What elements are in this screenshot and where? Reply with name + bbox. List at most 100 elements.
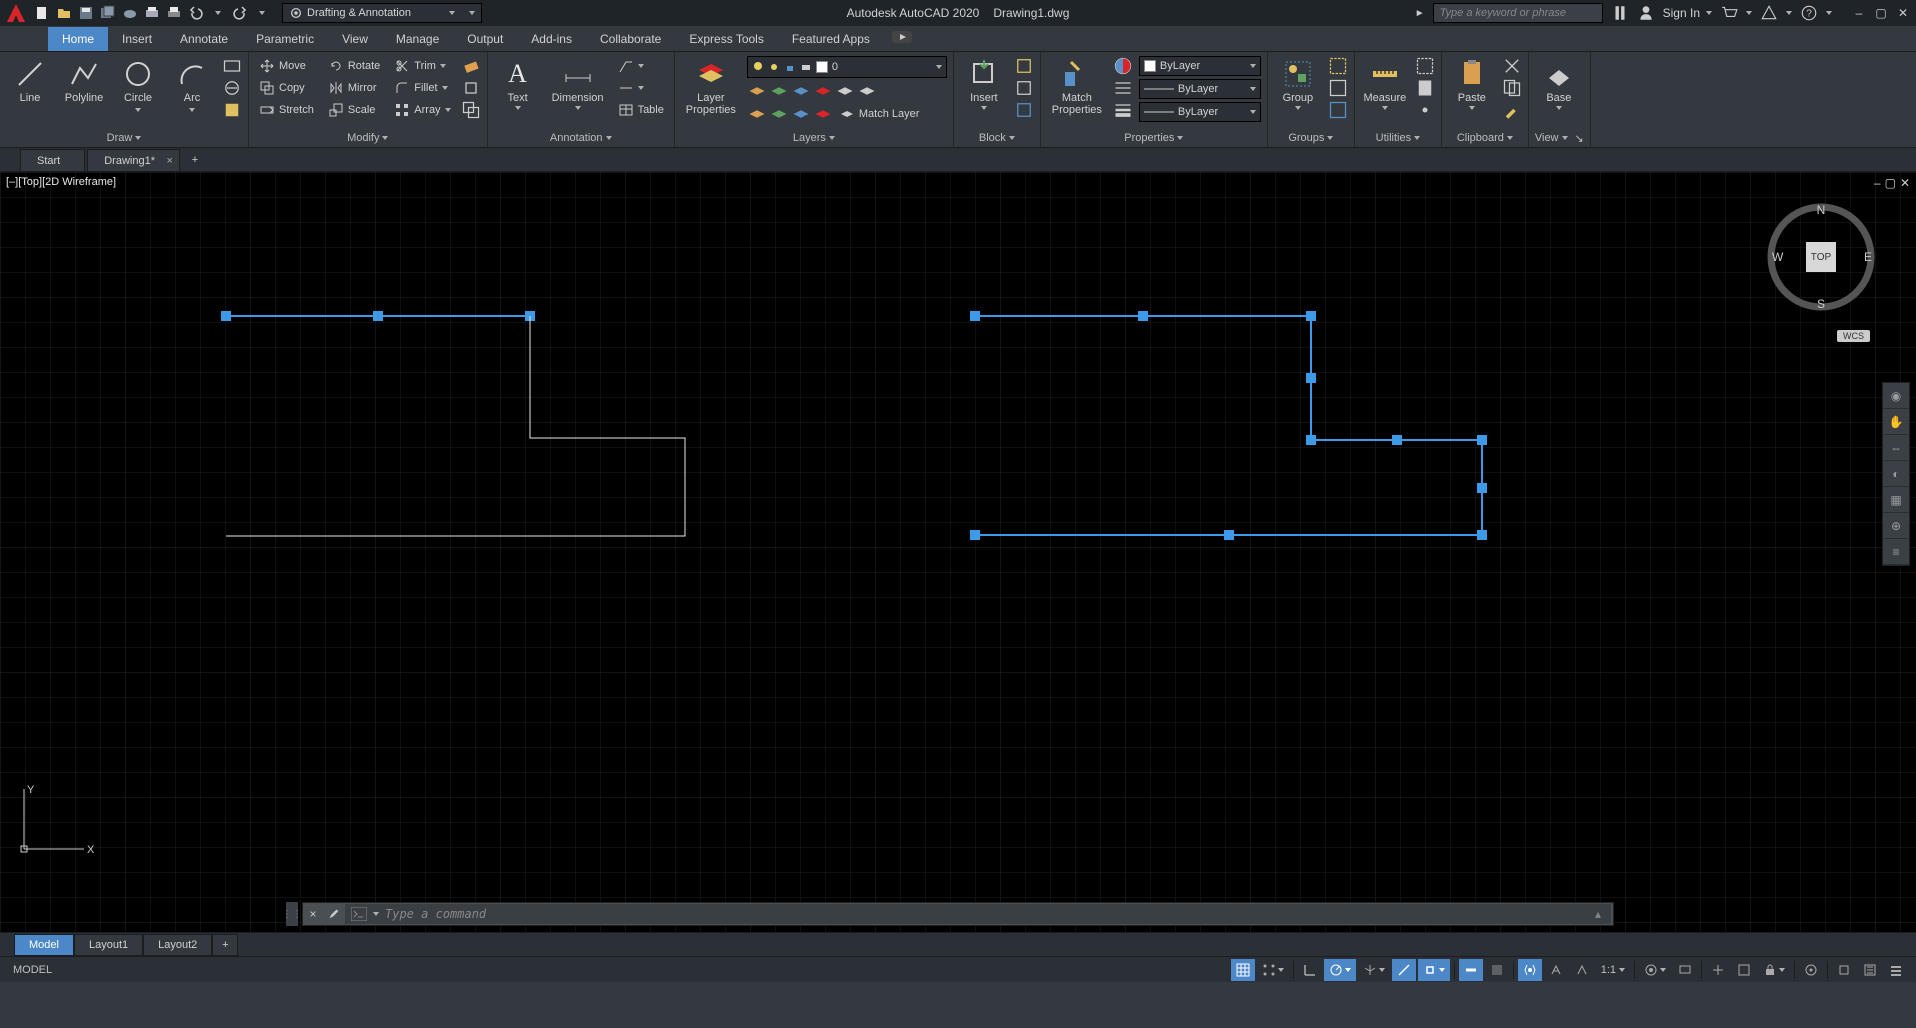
linetype-list-icon[interactable] [1113, 78, 1133, 98]
erase-icon[interactable] [461, 56, 481, 76]
layer-tool-8[interactable] [769, 104, 789, 124]
text-button[interactable]: AText [494, 56, 542, 110]
measure-button[interactable]: Measure [1361, 56, 1409, 110]
hatch-icon[interactable] [222, 78, 242, 98]
rectangle-icon[interactable] [222, 56, 242, 76]
tab-view[interactable]: View [328, 27, 382, 51]
new-file-tab[interactable]: + [182, 149, 208, 171]
qat-plot-icon[interactable] [142, 3, 162, 23]
layer-tool-3[interactable] [791, 81, 811, 101]
transparency-icon[interactable] [1485, 959, 1509, 981]
move-button[interactable]: Move [255, 56, 318, 76]
linetype-selector[interactable]: ByLayer [1139, 79, 1261, 99]
fillet-button[interactable]: Fillet [390, 78, 454, 98]
vp-maximize-icon[interactable]: ▢ [1885, 176, 1896, 190]
layer-properties-button[interactable]: Layer Properties [681, 56, 741, 116]
tab-featured[interactable]: Featured Apps [778, 27, 884, 51]
qat-redo-drop[interactable] [252, 3, 272, 23]
ellipse-icon[interactable] [222, 100, 242, 120]
snap-mode-icon[interactable] [1257, 959, 1289, 981]
drawing-canvas[interactable]: [–][Top][2D Wireframe] – ▢ ✕ TOP N S W E… [0, 172, 1916, 932]
lineweight-selector[interactable]: ByLayer [1139, 102, 1261, 122]
layer-tool-7[interactable] [747, 104, 767, 124]
panel-groups-title[interactable]: Groups [1274, 129, 1348, 147]
tab-insert[interactable]: Insert [108, 27, 166, 51]
leader-button[interactable] [614, 56, 668, 76]
layer-tool-10[interactable] [813, 104, 833, 124]
qat-new-icon[interactable] [32, 3, 52, 23]
qat-undo-drop[interactable] [208, 3, 228, 23]
arc-button[interactable]: Arc [168, 56, 216, 112]
nav-5-icon[interactable]: ⊕ [1883, 513, 1909, 539]
tab-annotate[interactable]: Annotate [166, 27, 242, 51]
polar-icon[interactable] [1324, 959, 1356, 981]
nav-6-icon[interactable]: ≡ [1883, 539, 1909, 565]
ungroup-icon[interactable] [1328, 56, 1348, 76]
help-drop[interactable] [1826, 11, 1832, 15]
match-properties-button[interactable]: Match Properties [1047, 56, 1107, 116]
nav-zoom-icon[interactable]: ⇔ [1883, 435, 1909, 461]
dimension-button[interactable]: Dimension [548, 56, 608, 110]
search-input[interactable]: Type a keyword or phrase [1433, 3, 1603, 23]
layer-tool-2[interactable] [769, 81, 789, 101]
layer-tool-9[interactable] [791, 104, 811, 124]
tab-home[interactable]: Home [48, 27, 108, 51]
otrack-icon[interactable] [1392, 959, 1416, 981]
grid-display-icon[interactable] [1231, 959, 1255, 981]
help-icon[interactable]: ? [1800, 4, 1818, 22]
group-edit-icon[interactable] [1328, 78, 1348, 98]
customize-icon[interactable] [1884, 959, 1908, 981]
anno-vis-icon[interactable] [1544, 959, 1568, 981]
line-button[interactable]: Line [6, 56, 54, 104]
mirror-button[interactable]: Mirror [324, 78, 384, 98]
vp-close-icon[interactable]: ✕ [1900, 176, 1910, 190]
qat-undo-icon[interactable] [186, 3, 206, 23]
command-settings-icon[interactable] [323, 906, 343, 923]
qat-cloud-icon[interactable] [120, 3, 140, 23]
copy-clip-icon[interactable] [1502, 78, 1522, 98]
layer-selector[interactable]: 0 [747, 56, 947, 78]
nav-pan-icon[interactable]: ✋ [1883, 409, 1909, 435]
create-block-icon[interactable] [1014, 56, 1034, 76]
copy-button[interactable]: Copy [255, 78, 318, 98]
signin-drop[interactable] [1706, 11, 1712, 15]
qat-print-icon[interactable] [164, 3, 184, 23]
lineweight-icon[interactable] [1459, 959, 1483, 981]
lock-ui-icon[interactable] [1758, 959, 1790, 981]
command-input[interactable]: Type a command [385, 907, 486, 921]
rotate-button[interactable]: Rotate [324, 56, 384, 76]
tab-output[interactable]: Output [453, 27, 517, 51]
viewcube[interactable]: TOP N S W E WCS [1766, 202, 1876, 312]
maximize-button[interactable]: ▢ [1872, 4, 1890, 22]
command-line[interactable]: × Type a command ▴ [302, 902, 1614, 926]
trim-button[interactable]: Trim [390, 56, 454, 76]
anno-scale[interactable]: 1:1 [1596, 959, 1630, 981]
stretch-button[interactable]: Stretch [255, 100, 318, 120]
tab-parametric[interactable]: Parametric [242, 27, 328, 51]
panel-modify-title[interactable]: Modify [255, 129, 481, 147]
command-history-icon[interactable]: ▴ [1595, 907, 1605, 921]
qat-open-icon[interactable] [54, 3, 74, 23]
layer-tool-1[interactable] [747, 81, 767, 101]
circle-button[interactable]: Circle [114, 56, 162, 112]
group-bbox-icon[interactable] [1328, 100, 1348, 120]
panel-clipboard-title[interactable]: Clipboard [1448, 129, 1522, 147]
file-tab-start[interactable]: Start [20, 149, 85, 171]
minimize-button[interactable]: – [1850, 4, 1868, 22]
qat-save-icon[interactable] [76, 3, 96, 23]
isolate-icon[interactable] [1799, 959, 1823, 981]
paste-button[interactable]: Paste [1448, 56, 1496, 110]
table-button[interactable]: Table [614, 100, 668, 120]
viewport-label[interactable]: [–][Top][2D Wireframe] [6, 176, 116, 188]
vp-minimize-icon[interactable]: – [1874, 176, 1881, 190]
qat-saveall-icon[interactable] [98, 3, 118, 23]
attr-block-icon[interactable] [1014, 100, 1034, 120]
a360-icon[interactable] [1760, 4, 1778, 22]
command-drag-handle[interactable]: ⋮⋮ [286, 902, 298, 926]
cart-icon[interactable] [1720, 4, 1738, 22]
qat-redo-icon[interactable] [230, 3, 250, 23]
brush-icon[interactable] [1502, 100, 1522, 120]
cut-icon[interactable] [1502, 56, 1522, 76]
signin-icon[interactable] [1637, 4, 1655, 22]
model-space-button[interactable]: MODEL [8, 959, 57, 981]
